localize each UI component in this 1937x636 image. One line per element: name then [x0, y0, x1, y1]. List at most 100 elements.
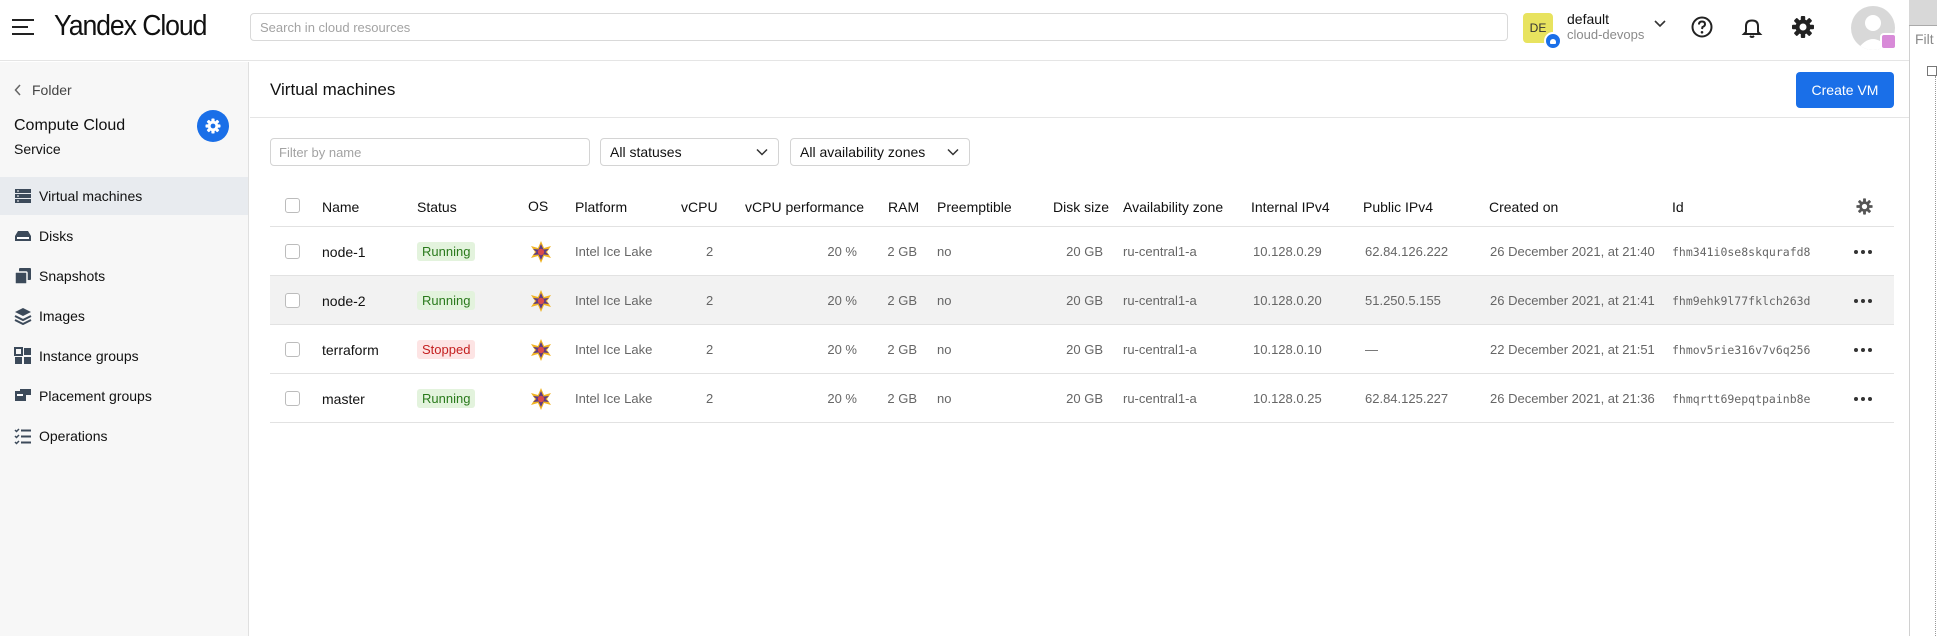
chevron-left-icon: [14, 84, 21, 96]
column-settings-gear-icon[interactable]: [1855, 197, 1874, 216]
service-settings-button[interactable]: [197, 110, 229, 142]
more-actions-icon[interactable]: [1853, 347, 1873, 353]
col-header-id[interactable]: Id: [1672, 199, 1684, 215]
sidebar-item-virtual-machines[interactable]: Virtual machines: [0, 177, 248, 215]
select-all-checkbox[interactable]: [285, 198, 300, 213]
linux-os-icon: [529, 289, 553, 313]
disk-size-cell: 20 GB: [1066, 391, 1103, 406]
vcpu-performance-cell: 20 %: [827, 293, 857, 308]
created-on-cell: 26 December 2021, at 21:36: [1490, 391, 1655, 406]
layers-icon: [14, 308, 32, 325]
filter-by-name-input[interactable]: [270, 138, 590, 166]
col-header-status[interactable]: Status: [417, 199, 457, 215]
side-panel-toolbar[interactable]: [1909, 0, 1937, 26]
vm-name-link[interactable]: node-2: [322, 293, 366, 309]
vm-id-cell: fhmqrtt69epqtpainb8e: [1672, 392, 1811, 406]
more-actions-icon[interactable]: [1853, 396, 1873, 402]
preemptible-cell: no: [937, 391, 952, 406]
sidebar-item-label: Operations: [39, 428, 108, 444]
back-to-folder-link[interactable]: Folder: [14, 82, 72, 98]
more-actions-icon[interactable]: [1853, 249, 1873, 255]
sidebar-item-label: Placement groups: [39, 388, 152, 404]
sidebar-item-label: Instance groups: [39, 348, 139, 364]
linux-os-icon: [529, 338, 553, 362]
settings-gear-icon[interactable]: [1789, 13, 1817, 41]
vm-name-link[interactable]: terraform: [322, 342, 379, 358]
account-name[interactable]: default: [1567, 11, 1609, 27]
vm-id-cell: fhmov5rie316v7v6q256: [1672, 343, 1811, 357]
col-header-availability-zone[interactable]: Availability zone: [1123, 199, 1223, 215]
top-header: Yandex Cloud DE default cloud-devops: [0, 0, 1937, 61]
sidebar-item-instance-groups[interactable]: Instance groups: [0, 337, 248, 375]
created-on-cell: 26 December 2021, at 21:40: [1490, 244, 1655, 259]
col-header-ram[interactable]: RAM: [888, 199, 919, 215]
preemptible-cell: no: [937, 293, 952, 308]
preemptible-cell: no: [937, 244, 952, 259]
list-icon: [14, 428, 31, 445]
col-header-preemptible[interactable]: Preemptible: [937, 199, 1012, 215]
row-checkbox[interactable]: [285, 391, 300, 406]
col-header-platform[interactable]: Platform: [575, 199, 627, 215]
snapshot-icon: [14, 268, 31, 285]
search-input[interactable]: [250, 13, 1508, 41]
side-panel-filter[interactable]: Filt: [1915, 31, 1934, 47]
platform-cell: Intel Ice Lake: [575, 293, 653, 308]
col-header-vcpu[interactable]: vCPU: [681, 199, 718, 215]
availability-zone-cell: ru-central1-a: [1123, 293, 1197, 308]
row-checkbox[interactable]: [285, 293, 300, 308]
col-header-internal-ipv4[interactable]: Internal IPv4: [1251, 199, 1330, 215]
sidebar-item-snapshots[interactable]: Snapshots: [0, 257, 248, 295]
col-header-name[interactable]: Name: [322, 199, 359, 215]
chevron-down-icon[interactable]: [1653, 19, 1667, 29]
vm-name-link[interactable]: master: [322, 391, 365, 407]
internal-ipv4-cell: 10.128.0.10: [1253, 342, 1322, 357]
vm-name-link[interactable]: node-1: [322, 244, 366, 260]
divider: [250, 117, 1909, 118]
help-icon[interactable]: [1688, 13, 1716, 41]
disk-size-cell: 20 GB: [1066, 342, 1103, 357]
row-checkbox[interactable]: [285, 244, 300, 259]
create-vm-button[interactable]: Create VM: [1796, 72, 1894, 108]
status-select-value: All statuses: [610, 144, 682, 160]
vcpu-cell: 2: [706, 342, 714, 357]
public-ipv4-cell: —: [1365, 342, 1378, 357]
platform-cell: Intel Ice Lake: [575, 244, 653, 259]
disk-size-cell: 20 GB: [1066, 244, 1103, 259]
linux-os-icon: [529, 387, 553, 411]
status-badge: Running: [417, 291, 476, 310]
col-header-os[interactable]: OS: [528, 198, 548, 214]
vcpu-cell: 2: [706, 293, 714, 308]
menu-icon[interactable]: [12, 18, 34, 36]
col-header-vcpu-performance[interactable]: vCPU performance: [745, 199, 864, 215]
app-logo[interactable]: Yandex Cloud: [54, 10, 207, 43]
sidebar-item-images[interactable]: Images: [0, 297, 248, 335]
col-header-public-ipv4[interactable]: Public IPv4: [1363, 199, 1433, 215]
sidebar-item-operations[interactable]: Operations: [0, 417, 248, 455]
col-header-created-on[interactable]: Created on: [1489, 199, 1558, 215]
public-ipv4-cell: 62.84.126.222: [1365, 244, 1449, 259]
service-subtitle: Service: [14, 141, 61, 157]
more-actions-icon[interactable]: [1853, 298, 1873, 304]
chevron-down-icon: [756, 148, 768, 156]
availability-zone-cell: ru-central1-a: [1123, 244, 1197, 259]
collapse-icon[interactable]: [1927, 66, 1937, 76]
sidebar-item-disks[interactable]: Disks: [0, 217, 248, 255]
vm-id-cell: fhm341i0se8skqurafd8: [1672, 245, 1811, 259]
ram-cell: 2 GB: [887, 244, 917, 259]
sidebar-item-placement-groups[interactable]: Placement groups: [0, 377, 248, 415]
status-badge: Stopped: [417, 340, 476, 359]
side-panel: [1909, 0, 1937, 636]
bell-icon[interactable]: [1738, 13, 1766, 41]
platform-cell: Intel Ice Lake: [575, 391, 653, 406]
vcpu-cell: 2: [706, 391, 714, 406]
row-checkbox[interactable]: [285, 342, 300, 357]
sidebar-item-label: Virtual machines: [39, 188, 143, 204]
tree-line: [1935, 76, 1936, 636]
internal-ipv4-cell: 10.128.0.20: [1253, 293, 1322, 308]
status-select[interactable]: All statuses: [600, 138, 779, 166]
page-title: Virtual machines: [270, 80, 396, 99]
account-folder[interactable]: cloud-devops: [1567, 27, 1644, 42]
zone-select[interactable]: All availability zones: [790, 138, 970, 166]
col-header-disk-size[interactable]: Disk size: [1053, 199, 1109, 215]
zone-select-value: All availability zones: [800, 144, 926, 160]
